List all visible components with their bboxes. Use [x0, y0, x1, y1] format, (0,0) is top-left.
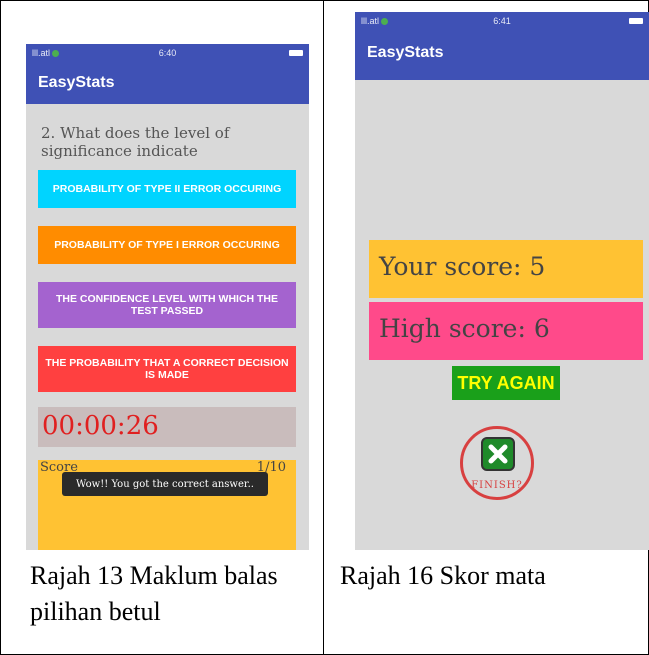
countdown-timer: 00:00:26	[38, 407, 296, 447]
status-time: 6:41	[493, 16, 511, 26]
signal-icon: lll.atl	[361, 16, 389, 26]
finish-button[interactable]: FINISH?	[460, 426, 534, 500]
right-phone-screenshot: lll.atl 6:41 EasyStats Your score: 5 Hig…	[355, 12, 649, 550]
finish-label: FINISH?	[471, 480, 523, 491]
battery-icon	[289, 50, 303, 56]
your-score-text: Your score: 5	[379, 252, 546, 281]
left-caption: Rajah 13 Maklum balas pilihan betul	[30, 561, 278, 626]
status-time: 6:40	[158, 48, 177, 58]
table-divider	[323, 0, 324, 655]
status-bar: lll.atl 6:40	[26, 44, 309, 62]
try-again-button[interactable]: TRY AGAIN	[452, 366, 560, 400]
app-bar: EasyStats	[355, 30, 649, 80]
app-title: EasyStats	[38, 74, 115, 91]
right-caption: Rajah 16 Skor mata	[340, 561, 546, 590]
option-button-3[interactable]: THE CONFIDENCE LEVEL WITH WHICH THE TEST…	[38, 282, 296, 328]
app-bar: EasyStats	[26, 62, 309, 104]
status-bar: lll.atl 6:41	[355, 12, 649, 30]
signal-icon: lll.atl	[32, 48, 60, 58]
option-button-2[interactable]: PROBABILITY OF TYPE I ERROR OCCURING	[38, 226, 296, 264]
battery-icon	[629, 18, 643, 24]
your-score-panel: Your score: 5	[369, 240, 643, 298]
left-phone-screenshot: lll.atl 6:40 EasyStats 2. What does the …	[26, 44, 309, 550]
close-icon	[481, 437, 515, 471]
app-title: EasyStats	[367, 44, 444, 61]
high-score-text: High score: 6	[379, 314, 550, 343]
toast-message: Wow!! You got the correct answer..	[62, 472, 268, 496]
question-text: 2. What does the level of significance i…	[41, 124, 230, 160]
option-button-4[interactable]: THE PROBABILITY THAT A CORRECT DECISION …	[38, 346, 296, 392]
score-panel: Score 1/10 Wow!! You got the correct ans…	[38, 460, 296, 550]
high-score-panel: High score: 6	[369, 302, 643, 360]
option-button-1[interactable]: PROBABILITY OF TYPE II ERROR OCCURING	[38, 170, 296, 208]
timer-value: 00:00:26	[42, 411, 159, 441]
